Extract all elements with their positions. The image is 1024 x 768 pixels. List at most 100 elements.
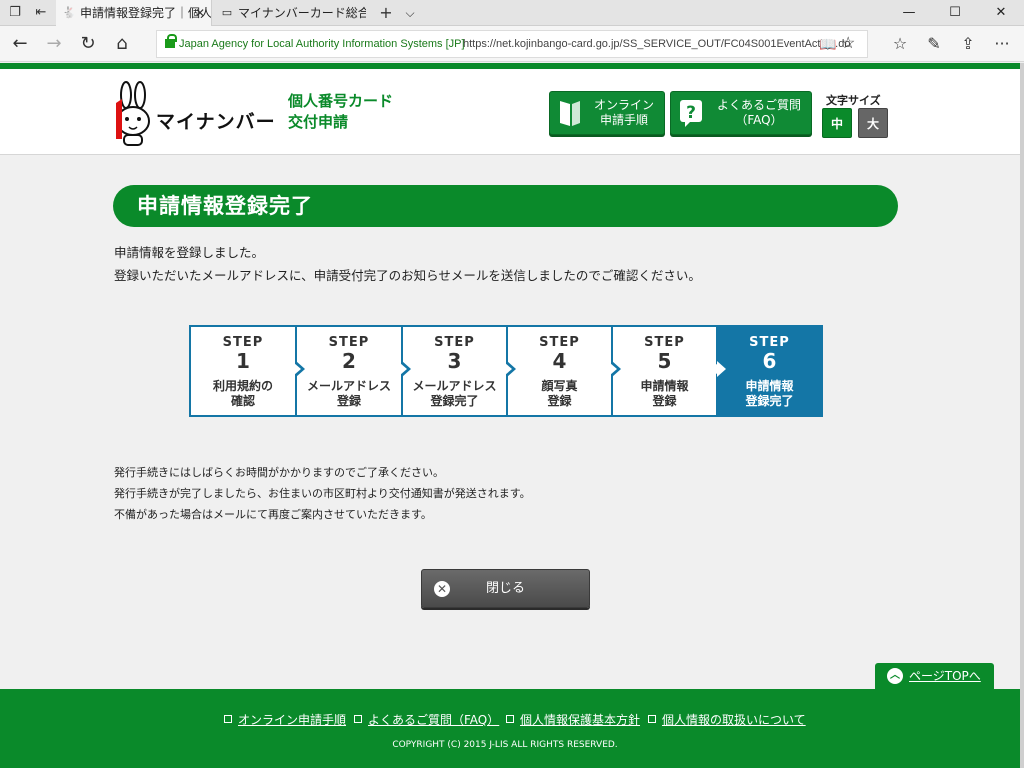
step-label: メールアドレス 登録完了 (403, 379, 506, 409)
font-size-large-button[interactable]: 大 (858, 108, 888, 138)
step-label-line2: 登録 (652, 394, 677, 408)
tab-title: マイナンバーカード総合サイト／ (238, 6, 366, 20)
note-line: 不備があった場合はメールにて再度ご案内させていただきます。 (114, 508, 432, 521)
step-label: メールアドレス 登録 (297, 379, 401, 409)
rabbit-favicon-icon: 🐇 (62, 6, 76, 19)
web-note-pen-icon[interactable]: ✎ (922, 32, 946, 56)
lock-icon (165, 34, 177, 49)
new-tab-icon[interactable]: + (374, 0, 398, 26)
refresh-icon[interactable]: ↻ (76, 32, 100, 56)
step-word: STEP (222, 335, 264, 350)
step-label-line2: 登録 (336, 394, 361, 408)
window-close-icon[interactable]: ✕ (978, 0, 1024, 26)
svg-text:?: ? (686, 103, 696, 123)
footer-link-label: 個人情報保護基本方針 (520, 713, 641, 727)
address-bar[interactable]: Japan Agency for Local Authority Informa… (156, 30, 868, 58)
step-number: 4 (552, 349, 567, 373)
step-label-line1: 利用規約の (212, 379, 273, 393)
step-6-current: STEP 6 申請情報 登録完了 (718, 327, 821, 415)
tab-manager-icon[interactable]: ❐ (6, 4, 24, 22)
page-viewport: マイナンバー 個人番号カード 交付申請 オンライン 申請手順 ? よくあるご質問 (0, 63, 1020, 768)
step-label-line2: 登録完了 (745, 394, 794, 408)
reading-view-icon[interactable]: 📖 (819, 36, 836, 52)
home-icon[interactable]: ⌂ (110, 32, 134, 56)
service-title: 個人番号カード 交付申請 (288, 91, 393, 133)
step-word: STEP (328, 335, 370, 350)
step-1: STEP 1 利用規約の 確認 (191, 327, 305, 415)
step-arrow-icon (610, 361, 621, 377)
faq-btn-line1: よくあるご質問 (716, 98, 801, 112)
set-aside-tabs-icon[interactable]: ⇤ (32, 4, 50, 22)
browser-tab-bar: ❐ ⇤ 🐇 申請情報登録完了｜個人 ✕ ▭ マイナンバーカード総合サイト／ + … (0, 0, 1024, 26)
step-arrow-icon (715, 361, 726, 377)
step-label-line1: 申請情報 (745, 379, 794, 393)
footer-link-personal-info[interactable]: 個人情報の取扱いについて (648, 711, 806, 728)
online-procedure-button[interactable]: オンライン 申請手順 (549, 91, 665, 135)
back-icon[interactable]: ← (8, 32, 32, 56)
tab-inactive[interactable]: ▭ マイナンバーカード総合サイト／ (214, 0, 366, 26)
page-title-banner: 申請情報登録完了 (113, 185, 898, 227)
site-header: マイナンバー 個人番号カード 交付申請 オンライン 申請手順 ? よくあるご質問 (0, 69, 1020, 155)
online-btn-line1: オンライン (593, 98, 654, 112)
step-label-line2: 登録 (547, 394, 572, 408)
copyright: COPYRIGHT (C) 2015 J-LIS ALL RIGHTS RESE… (392, 740, 618, 750)
tab-list-chevron-icon[interactable]: ⌵ (398, 0, 422, 26)
page-top-label: ページTOPへ (909, 669, 981, 683)
step-5: STEP 5 申請情報 登録 (613, 327, 726, 415)
step-number: 6 (762, 349, 777, 373)
tab-active[interactable]: 🐇 申請情報登録完了｜個人 ✕ (56, 0, 212, 26)
question-icon: ? (680, 100, 702, 127)
external-link-icon (354, 715, 362, 723)
forward-icon[interactable]: → (42, 32, 66, 56)
step-2: STEP 2 メールアドレス 登録 (297, 327, 411, 415)
close-button-label: 閉じる (485, 581, 525, 596)
step-word: STEP (644, 335, 685, 350)
minimize-icon[interactable]: — (886, 0, 932, 26)
scrollbar[interactable] (1020, 63, 1024, 768)
more-menu-icon[interactable]: ··· (990, 32, 1014, 56)
book-icon (560, 101, 580, 126)
footer-link-online-procedure[interactable]: オンライン申請手順 (224, 711, 346, 728)
step-3: STEP 3 メールアドレス 登録完了 (403, 327, 516, 415)
page-title: 申請情報登録完了 (137, 194, 313, 218)
step-word: STEP (749, 335, 790, 350)
external-link-icon (224, 715, 232, 723)
footer-link-privacy-policy[interactable]: 個人情報保護基本方針 (506, 711, 640, 728)
font-size-label: 文字サイズ (826, 94, 881, 107)
step-number: 1 (236, 349, 250, 373)
service-title-line1: 個人番号カード (288, 92, 394, 110)
browser-nav-bar: ← → ↻ ⌂ Japan Agency for Local Authority… (0, 26, 1024, 62)
step-label-line1: 顔写真 (541, 379, 578, 393)
share-icon[interactable]: ⇪ (956, 32, 980, 56)
note-line: 発行手続きにはしばらくお時間がかかりますのでご了承ください。 (114, 466, 444, 479)
step-label: 利用規約の 確認 (191, 379, 295, 409)
footer-link-faq[interactable]: よくあるご質問（FAQ） (354, 711, 499, 728)
font-size-medium-button[interactable]: 中 (822, 108, 852, 138)
step-word: STEP (434, 335, 475, 350)
step-label: 申請情報 登録 (613, 379, 716, 409)
step-label: 申請情報 登録完了 (718, 379, 821, 409)
close-button[interactable]: ✕ 閉じる (421, 569, 590, 608)
tab-title: 申請情報登録完了｜個人 (80, 6, 212, 20)
chevron-up-icon: ︿ (887, 668, 903, 684)
step-label-line2: 登録完了 (430, 394, 479, 408)
footer-link-label: よくあるご質問（FAQ） (368, 713, 500, 727)
step-number: 2 (342, 349, 356, 373)
step-number: 3 (447, 349, 462, 373)
note-line: 発行手続きが完了しましたら、お住まいの市区町村より交付通知書が発送されます。 (114, 487, 531, 500)
page-favicon-icon: ▭ (221, 6, 233, 19)
online-btn-line2: 申請手順 (599, 113, 648, 127)
faq-button[interactable]: ? よくあるご質問 （FAQ） (670, 91, 812, 135)
favorite-star-icon[interactable]: ☆ (841, 35, 859, 53)
logo-text: マイナンバー (156, 111, 276, 133)
footer-link-label: オンライン申請手順 (238, 713, 347, 727)
close-tab-icon[interactable]: ✕ (195, 0, 205, 26)
step-word: STEP (539, 335, 580, 350)
page-top-button[interactable]: ︿ ページTOPへ (875, 663, 994, 689)
maximize-icon[interactable]: ☐ (932, 0, 978, 26)
favorites-hub-icon[interactable]: ☆ (888, 32, 912, 56)
mynumber-rabbit-logo-icon (116, 81, 150, 146)
faq-btn-line2: （FAQ） (735, 113, 783, 127)
step-number: 5 (657, 349, 672, 373)
external-link-icon (506, 715, 514, 723)
